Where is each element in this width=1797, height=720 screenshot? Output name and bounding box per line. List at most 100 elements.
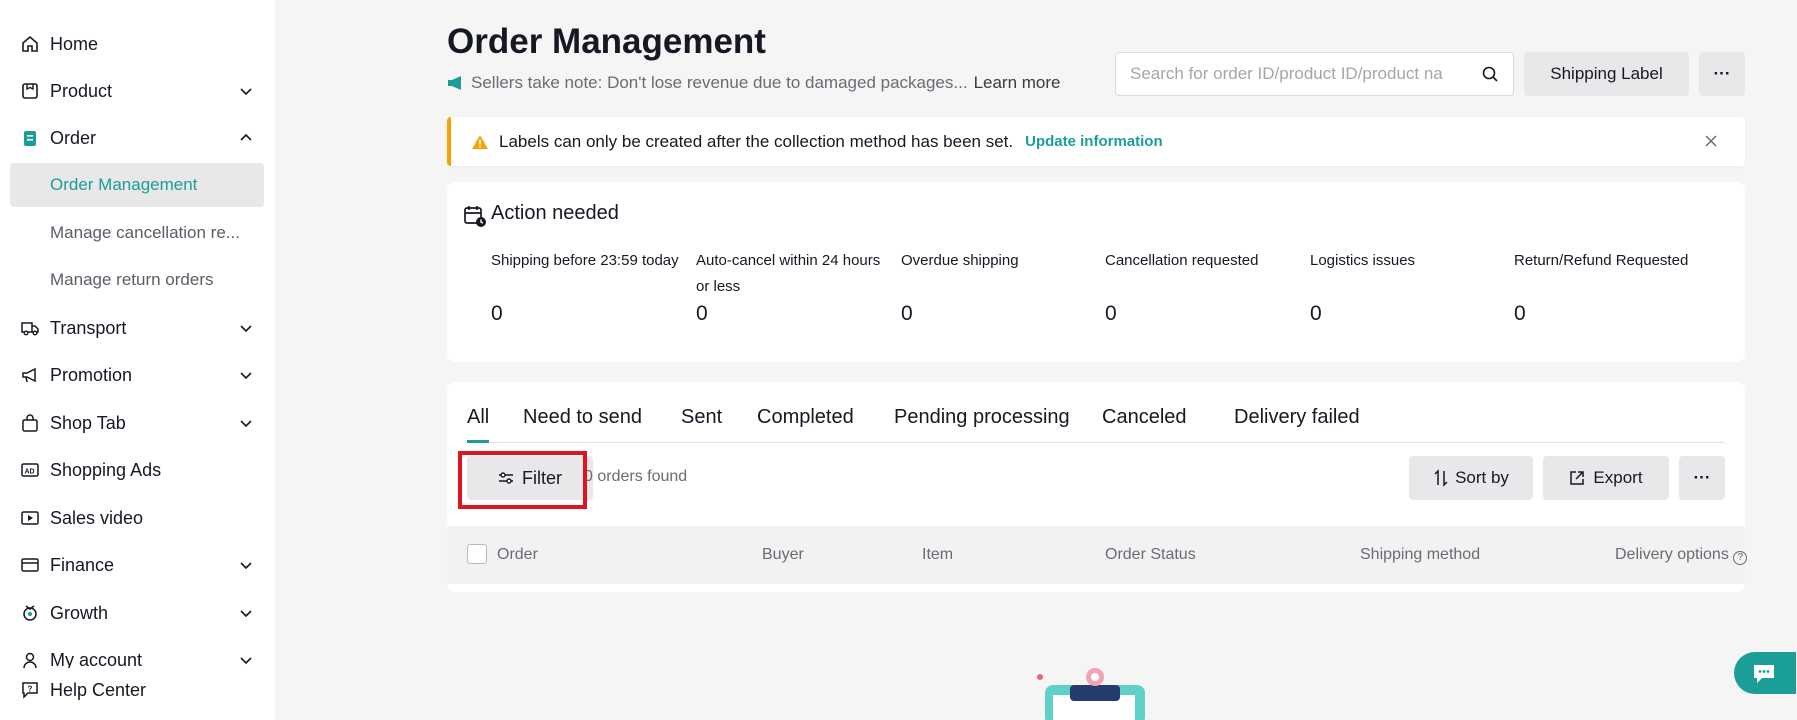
metric-shipping-before[interactable]: Shipping before 23:59 today 0 xyxy=(491,248,681,326)
update-information-link[interactable]: Update information xyxy=(1025,133,1163,150)
export-icon xyxy=(1570,471,1585,485)
chevron-down-icon xyxy=(240,372,252,380)
notice-text: Sellers take note: Don't lose revenue du… xyxy=(471,73,968,92)
column-shipping-method: Shipping method xyxy=(1360,546,1481,563)
sidebar-item-shopping-ads[interactable]: AD Shopping Ads xyxy=(10,448,264,492)
column-label: Delivery options xyxy=(1615,546,1729,563)
search-input[interactable] xyxy=(1130,64,1470,84)
page-title: Order Management xyxy=(447,22,766,61)
action-needed-card: Action needed Shipping before 23:59 toda… xyxy=(447,182,1745,362)
help-circle-icon[interactable]: ? xyxy=(1733,551,1748,565)
sidebar-item-transport[interactable]: Transport xyxy=(10,306,264,350)
sidebar-item-label: Shopping Ads xyxy=(50,459,162,480)
sidebar-item-home[interactable]: Home xyxy=(10,22,264,66)
sidebar-item-shop-tab[interactable]: Shop Tab xyxy=(10,401,264,445)
video-icon xyxy=(20,508,40,528)
sidebar-item-label: Help Center xyxy=(50,679,147,700)
chat-support-button[interactable] xyxy=(1734,652,1796,694)
sidebar-item-product[interactable]: Product xyxy=(10,69,264,113)
sidebar: Home Product Order Order Management Mana… xyxy=(0,0,275,720)
tab-delivery-failed[interactable]: Delivery failed xyxy=(1234,406,1360,443)
megaphone-icon xyxy=(20,365,40,385)
sort-icon xyxy=(1434,469,1448,487)
svg-text:?: ? xyxy=(28,685,33,694)
export-label: Export xyxy=(1593,468,1643,487)
metric-value: 0 xyxy=(901,302,913,325)
metric-value: 0 xyxy=(1310,302,1322,325)
chevron-down-icon xyxy=(240,88,252,96)
sidebar-item-label: Order xyxy=(50,127,97,148)
product-icon xyxy=(20,81,40,101)
shop-bag-icon xyxy=(20,413,40,433)
column-order-status: Order Status xyxy=(1105,546,1196,563)
metric-value: 0 xyxy=(491,302,503,325)
learn-more-link[interactable]: Learn more xyxy=(974,73,1061,93)
sidebar-item-order[interactable]: Order xyxy=(10,116,264,160)
metric-label: Logistics issues xyxy=(1310,252,1416,269)
search-icon[interactable] xyxy=(1481,65,1499,83)
metric-auto-cancel[interactable]: Auto-cancel within 24 hours or less 0 xyxy=(696,248,886,326)
chat-bubble-icon xyxy=(1754,665,1774,683)
sidebar-item-label: Promotion xyxy=(50,364,133,385)
megaphone-icon xyxy=(448,76,461,90)
growth-icon xyxy=(20,603,40,623)
sidebar-subitem-manage-returns[interactable]: Manage return orders xyxy=(10,258,264,302)
action-needed-title: Action needed xyxy=(491,202,619,224)
list-more-options-button[interactable]: ··· xyxy=(1679,456,1725,500)
warning-icon xyxy=(472,134,488,149)
sidebar-item-label: Home xyxy=(50,33,99,54)
tab-all[interactable]: All xyxy=(467,406,490,443)
sidebar-item-help-center[interactable]: ? Help Center xyxy=(10,668,264,712)
warning-alert: Labels can only be created after the col… xyxy=(447,117,1745,166)
orders-card: All Need to send Sent Completed Pending … xyxy=(447,382,1748,592)
select-all-checkbox[interactable] xyxy=(467,544,487,564)
tab-pending-processing[interactable]: Pending processing xyxy=(894,406,1070,443)
tab-canceled[interactable]: Canceled xyxy=(1102,406,1187,443)
more-options-button[interactable]: ··· xyxy=(1699,52,1745,96)
order-tabs: All Need to send Sent Completed Pending … xyxy=(467,402,1725,443)
metric-label: Shipping before 23:59 today xyxy=(491,252,679,269)
sidebar-item-finance[interactable]: Finance xyxy=(10,543,264,587)
column-item: Item xyxy=(922,546,954,563)
truck-icon xyxy=(20,318,40,338)
metric-value: 0 xyxy=(696,302,708,325)
metric-value: 0 xyxy=(1105,302,1117,325)
chevron-down-icon xyxy=(240,657,252,665)
sidebar-item-label: Finance xyxy=(50,554,115,575)
column-buyer: Buyer xyxy=(762,546,804,563)
column-delivery-options: Delivery options ? xyxy=(1615,546,1748,565)
sidebar-item-label: Sales video xyxy=(50,507,144,528)
chevron-down-icon xyxy=(240,325,252,333)
sidebar-subitem-manage-cancellation[interactable]: Manage cancellation re... xyxy=(10,211,264,255)
sort-by-button[interactable]: Sort by xyxy=(1409,456,1533,500)
chevron-up-icon xyxy=(240,133,252,141)
sidebar-item-label: Transport xyxy=(50,317,127,338)
filter-button[interactable]: Filter xyxy=(467,456,593,500)
tab-need-to-send[interactable]: Need to send xyxy=(523,406,642,443)
sidebar-item-promotion[interactable]: Promotion xyxy=(10,353,264,397)
empty-clipboard-illustration xyxy=(1037,668,1145,720)
close-icon[interactable] xyxy=(1703,133,1719,149)
metric-cancellation-requested[interactable]: Cancellation requested 0 xyxy=(1105,248,1295,326)
filter-icon xyxy=(499,472,513,484)
metric-overdue-shipping[interactable]: Overdue shipping 0 xyxy=(901,248,1091,326)
metric-logistics-issues[interactable]: Logistics issues 0 xyxy=(1310,248,1500,326)
sidebar-item-sales-video[interactable]: Sales video xyxy=(10,496,264,540)
sidebar-item-label: Shop Tab xyxy=(50,412,126,433)
sidebar-item-label: Growth xyxy=(50,602,109,623)
orders-found-count: 0 orders found xyxy=(584,468,688,485)
alert-text: Labels can only be created after the col… xyxy=(499,131,1014,151)
tab-sent[interactable]: Sent xyxy=(681,406,722,443)
sort-by-label: Sort by xyxy=(1455,468,1509,487)
shipping-label-button[interactable]: Shipping Label xyxy=(1524,52,1689,96)
sidebar-subitem-order-management[interactable]: Order Management xyxy=(10,163,264,207)
export-button[interactable]: Export xyxy=(1543,456,1669,500)
order-icon xyxy=(20,128,40,148)
sidebar-item-growth[interactable]: Growth xyxy=(10,591,264,635)
search-box[interactable] xyxy=(1115,52,1514,96)
tab-completed[interactable]: Completed xyxy=(757,406,854,443)
metric-value: 0 xyxy=(1514,302,1526,325)
notice-banner: Sellers take note: Don't lose revenue du… xyxy=(447,73,1061,93)
metric-return-refund[interactable]: Return/Refund Requested 0 xyxy=(1514,248,1724,326)
calendar-clock-icon xyxy=(464,206,486,227)
